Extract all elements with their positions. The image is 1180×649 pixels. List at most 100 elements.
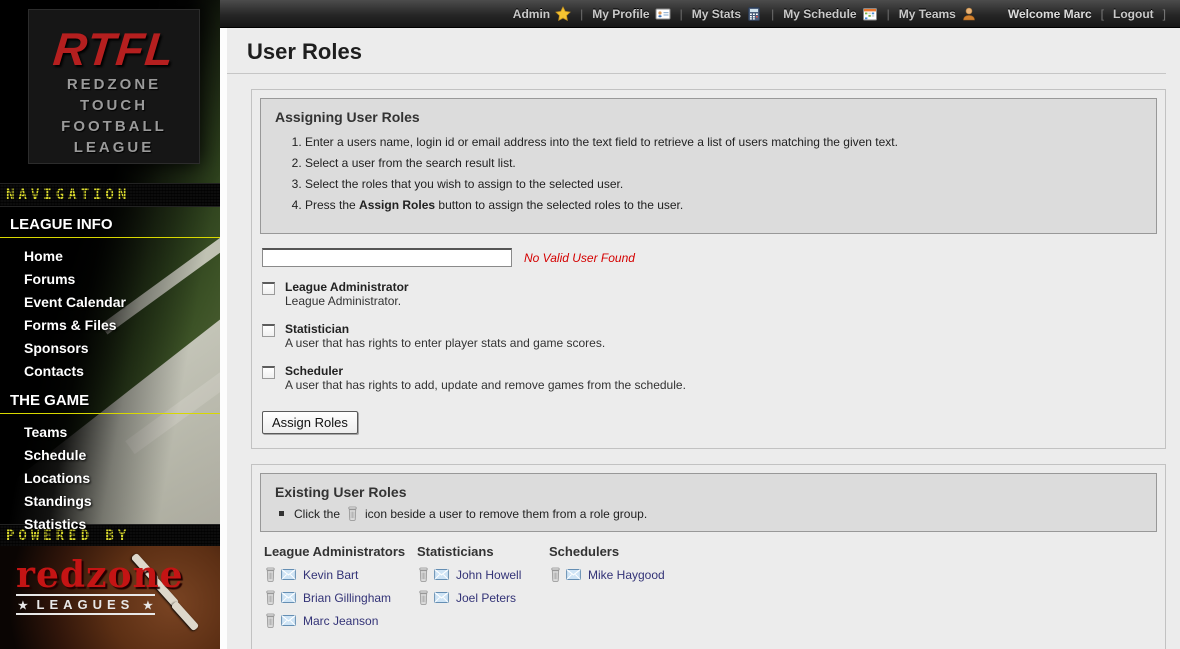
sidebar-item-teams[interactable]: Teams	[0, 420, 220, 443]
scheduler-checkbox[interactable]	[262, 366, 275, 379]
email-icon[interactable]	[281, 615, 296, 626]
role-description: League Administrator.	[285, 294, 409, 309]
logo-line: LEAGUE	[29, 137, 199, 158]
group-league-administrators: League Administrators Kevin Bart Brian G…	[264, 544, 417, 636]
star-icon: ★	[143, 600, 153, 612]
user-link[interactable]: Marc Jeanson	[303, 614, 378, 628]
remove-user-trash-icon[interactable]	[264, 590, 277, 605]
remove-user-trash-icon[interactable]	[417, 590, 430, 605]
assign-roles-button[interactable]: Assign Roles	[262, 411, 358, 434]
nav-section-the-game: THE GAME Teams Schedule Locations Standi…	[0, 388, 220, 535]
email-icon[interactable]	[566, 569, 581, 580]
step-1: Enter a users name, login id or email ad…	[305, 135, 1142, 149]
group-title: Schedulers	[549, 544, 665, 559]
user-link[interactable]: Mike Haygood	[588, 568, 665, 582]
user-row: Joel Peters	[417, 590, 549, 605]
step-4-bold: Assign Roles	[359, 198, 435, 212]
topbar-profile-label: My Profile	[592, 7, 649, 21]
main-content: User Roles Assigning User Roles Enter a …	[220, 28, 1180, 649]
separator: |	[887, 7, 890, 21]
remove-instruction-note: Click the icon beside a user to remove t…	[279, 506, 1142, 521]
email-icon[interactable]	[434, 569, 449, 580]
sidebar-item-locations[interactable]: Locations	[0, 466, 220, 489]
user-link[interactable]: Brian Gillingham	[303, 591, 391, 605]
role-description: A user that has rights to enter player s…	[285, 336, 605, 351]
separator: |	[771, 7, 774, 21]
sidebar-item-forms-files[interactable]: Forms & Files	[0, 313, 220, 336]
role-name: Scheduler	[285, 364, 686, 378]
redzone-logo-text: redzone	[16, 556, 184, 594]
user-link[interactable]: Kevin Bart	[303, 568, 358, 582]
sidebar-item-standings[interactable]: Standings	[0, 489, 220, 512]
bullet-icon	[279, 511, 284, 516]
separator: |	[580, 7, 583, 21]
page-title: User Roles	[247, 39, 1180, 65]
calendar-icon	[862, 6, 878, 22]
user-link[interactable]: Joel Peters	[456, 591, 516, 605]
role-groups: League Administrators Kevin Bart Brian G…	[260, 532, 1157, 642]
rtfl-logo-acronym: RTFL	[26, 24, 201, 74]
assigning-instructions-panel: Assigning User Roles Enter a users name,…	[260, 98, 1157, 234]
no-valid-user-message: No Valid User Found	[524, 251, 635, 265]
email-icon[interactable]	[281, 569, 296, 580]
star-icon: ★	[18, 600, 28, 612]
league-administrator-checkbox[interactable]	[262, 282, 275, 295]
user-row: Marc Jeanson	[264, 613, 417, 628]
note-text: Click the	[294, 507, 340, 521]
logo-line: FOOTBALL	[29, 116, 199, 137]
leagues-label: LEAGUES	[37, 597, 135, 612]
remove-user-trash-icon[interactable]	[549, 567, 562, 582]
topbar-item-my-schedule[interactable]: My Schedule	[783, 6, 877, 22]
topbar-stats-label: My Stats	[692, 7, 741, 21]
logo-line: REDZONE	[29, 74, 199, 95]
sidebar-item-schedule[interactable]: Schedule	[0, 443, 220, 466]
sidebar-item-statistics[interactable]: Statistics	[0, 512, 220, 535]
step-2: Select a user from the search result lis…	[305, 156, 1142, 170]
step-4: Press the Assign Roles button to assign …	[305, 198, 1142, 212]
topbar-schedule-label: My Schedule	[783, 7, 856, 21]
vcard-icon	[655, 6, 671, 22]
step-4-text: Press the	[305, 198, 359, 212]
app-window: RTFL REDZONE TOUCH FOOTBALL LEAGUE NAVIG…	[0, 0, 1180, 649]
remove-user-trash-icon[interactable]	[417, 567, 430, 582]
title-divider	[227, 73, 1166, 74]
existing-user-roles-section: Existing User Roles Click the icon besid…	[251, 464, 1166, 649]
instruction-steps: Enter a users name, login id or email ad…	[305, 135, 1142, 212]
group-title: Statisticians	[417, 544, 549, 559]
bracket: ]	[1163, 7, 1166, 21]
role-option-scheduler: Scheduler A user that has rights to add,…	[262, 364, 1157, 393]
statistician-checkbox[interactable]	[262, 324, 275, 337]
redzone-leagues-logo: redzone ★ LEAGUES ★	[16, 556, 184, 615]
role-name: League Administrator	[285, 280, 409, 294]
topbar-admin-label: Admin	[513, 7, 550, 21]
step-4-text: button to assign the selected roles to t…	[435, 198, 683, 212]
user-search-row: No Valid User Found	[262, 248, 1157, 267]
user-row: John Howell	[417, 567, 549, 582]
topbar-item-my-stats[interactable]: My Stats	[692, 6, 762, 22]
group-schedulers: Schedulers Mike Haygood	[549, 544, 665, 636]
user-row: Brian Gillingham	[264, 590, 417, 605]
star-icon	[555, 6, 571, 22]
existing-roles-panel: Existing User Roles Click the icon besid…	[260, 473, 1157, 532]
user-row: Kevin Bart	[264, 567, 417, 582]
user-search-input[interactable]	[262, 248, 512, 267]
sidebar-item-event-calendar[interactable]: Event Calendar	[0, 290, 220, 313]
email-icon[interactable]	[281, 592, 296, 603]
topbar-teams-label: My Teams	[899, 7, 956, 21]
sidebar-item-contacts[interactable]: Contacts	[0, 359, 220, 382]
nav-header-the-game: THE GAME	[0, 388, 220, 414]
remove-user-trash-icon[interactable]	[264, 567, 277, 582]
topbar-item-my-teams[interactable]: My Teams	[899, 6, 977, 22]
user-row: Mike Haygood	[549, 567, 665, 582]
remove-user-trash-icon[interactable]	[264, 613, 277, 628]
user-link[interactable]: John Howell	[456, 568, 521, 582]
topbar-item-my-profile[interactable]: My Profile	[592, 6, 670, 22]
role-option-league-administrator: League Administrator League Administrato…	[262, 280, 1157, 309]
logout-button[interactable]: Logout	[1113, 7, 1154, 21]
topbar-item-admin[interactable]: Admin	[513, 6, 571, 22]
sidebar-item-sponsors[interactable]: Sponsors	[0, 336, 220, 359]
sidebar-item-forums[interactable]: Forums	[0, 267, 220, 290]
bracket: [	[1101, 7, 1104, 21]
sidebar-item-home[interactable]: Home	[0, 244, 220, 267]
email-icon[interactable]	[434, 592, 449, 603]
